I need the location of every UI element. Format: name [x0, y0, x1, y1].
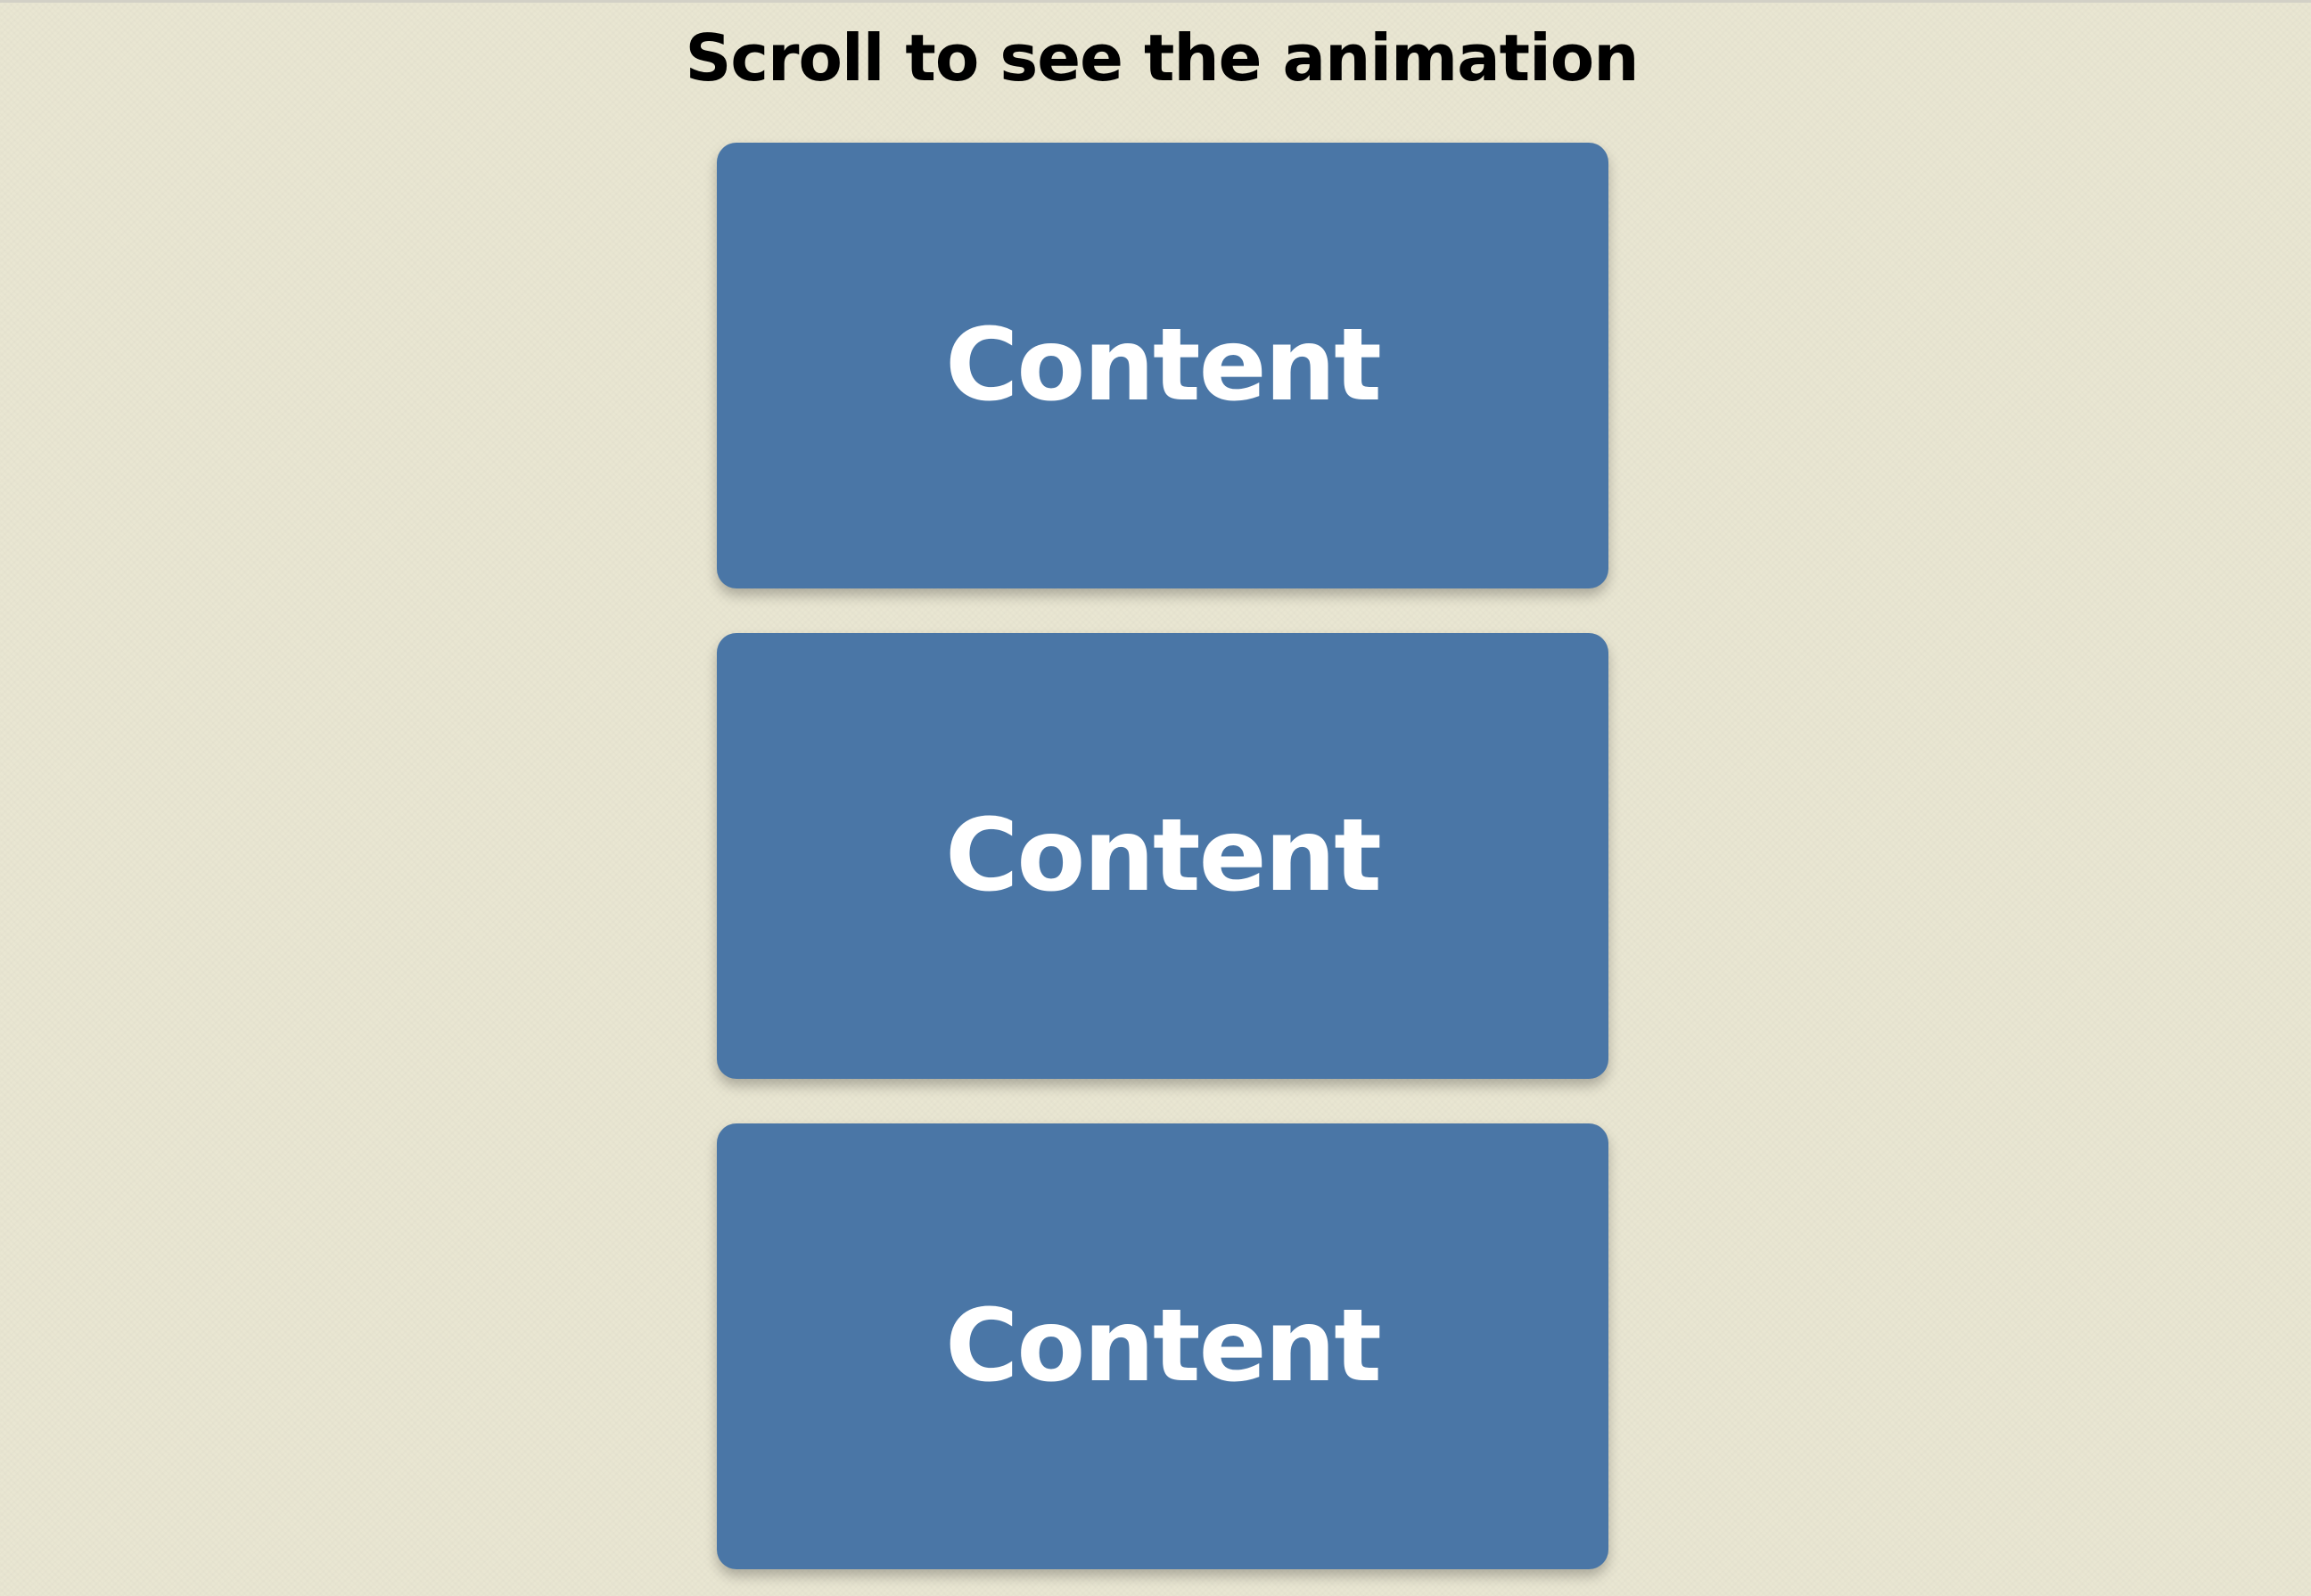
page-title: Scroll to see the animation [685, 21, 1640, 95]
content-card-label: Content [945, 798, 1382, 914]
top-border [0, 0, 2311, 3]
content-card-label: Content [945, 1288, 1382, 1404]
content-card-1[interactable]: Content [717, 143, 1608, 588]
content-card-3[interactable]: Content [717, 1123, 1608, 1569]
content-card-2[interactable]: Content [717, 633, 1608, 1079]
content-card-label: Content [945, 308, 1382, 424]
